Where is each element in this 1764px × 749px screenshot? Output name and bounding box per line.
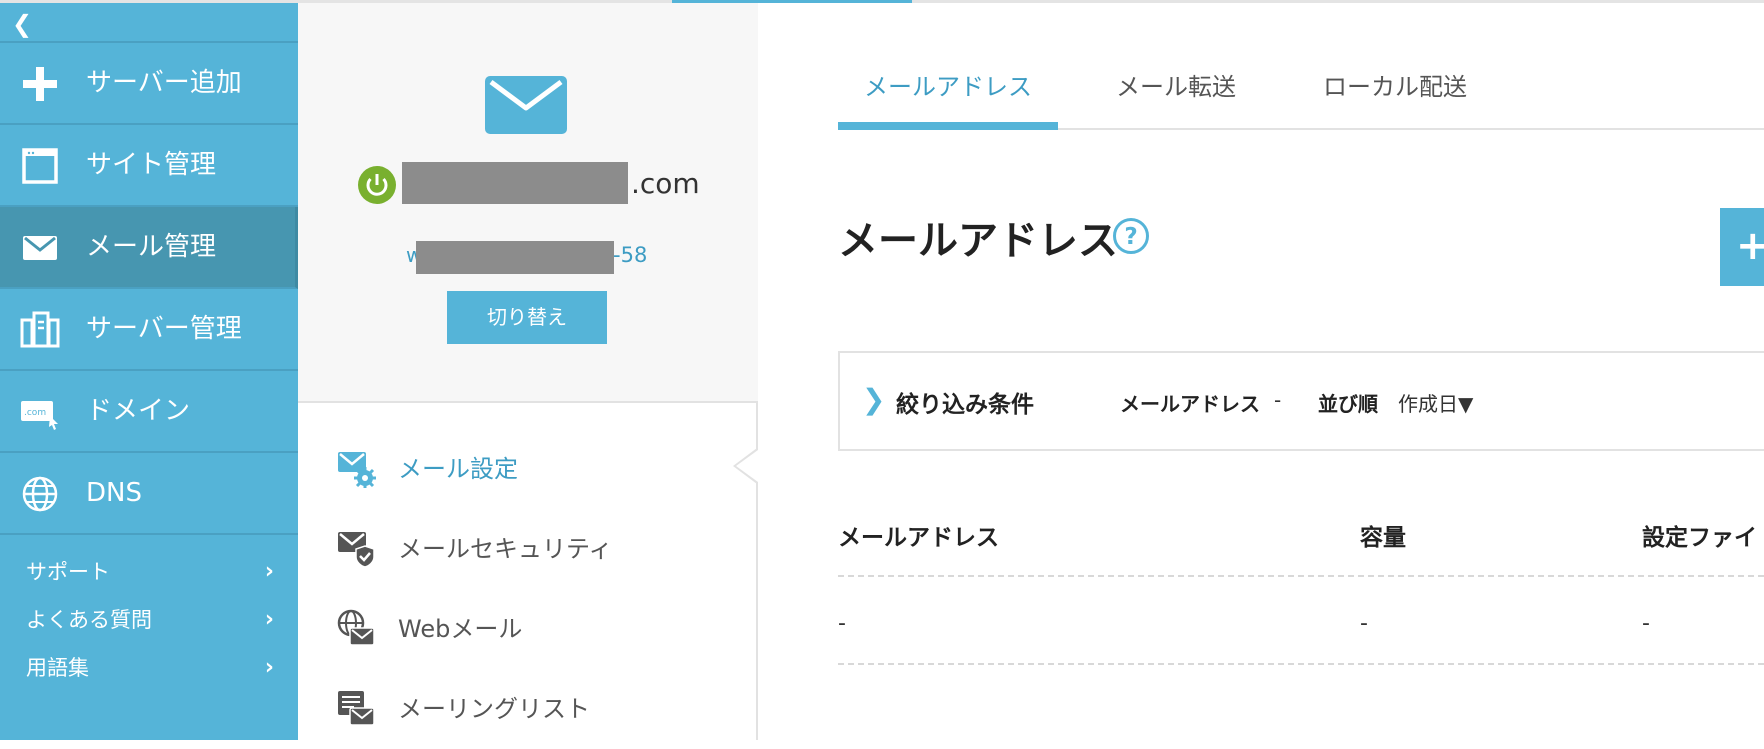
server-icon	[20, 311, 60, 348]
domain-suffix: .com	[631, 167, 700, 200]
domain-icon: .com	[21, 401, 58, 430]
list-mail-icon	[338, 691, 375, 726]
active-submenu-pointer	[733, 448, 758, 484]
mail-icon	[485, 76, 567, 134]
sort-label: 並び順	[1318, 392, 1378, 416]
submenu-item-label: メーリングリスト	[398, 695, 590, 723]
svg-text:?: ?	[1124, 224, 1137, 250]
table-cell: -	[1642, 611, 1650, 636]
divider	[838, 575, 1764, 577]
table-cell: -	[838, 611, 846, 636]
submenu-item-webmail[interactable]: Webメール	[298, 589, 758, 669]
submenu-item-label: メール設定	[398, 455, 518, 483]
sidebar-nav: サーバー追加 サイト管理 メール管理 サーバー管理 .com ドメイン DNS	[0, 43, 298, 535]
column-header-address: メールアドレス	[838, 525, 999, 551]
sidebar-item-site[interactable]: サイト管理	[0, 125, 298, 207]
svg-text:.com: .com	[24, 408, 46, 418]
column-header-settings-file: 設定ファイ	[1642, 525, 1757, 551]
filter-address-label: メールアドレス	[1120, 392, 1260, 416]
glossary-link-label: 用語集	[26, 656, 89, 680]
submenu-item-label: メールセキュリティ	[398, 535, 613, 563]
sidebar-item-dns[interactable]: DNS	[0, 453, 298, 535]
filter-panel: ❯ 絞り込み条件 メールアドレス - 並び順 作成日▼	[838, 351, 1764, 451]
submenu-item-label: Webメール	[398, 615, 523, 643]
globe-icon	[22, 476, 58, 512]
chevron-right-icon: ›	[264, 655, 274, 680]
submenu-item-mail-settings[interactable]: メール設定	[298, 429, 758, 509]
redacted-domain	[402, 162, 628, 204]
page-title: メールアドレス	[838, 218, 1118, 264]
mail-submenu-panel: .com w -58 切り替え メール設定 メールセキュリティ Webメール メ…	[298, 3, 758, 740]
window-icon	[22, 148, 58, 184]
filter-title[interactable]: 絞り込み条件	[896, 385, 1034, 419]
tab-mail-address[interactable]: メールアドレス	[838, 63, 1058, 130]
sidebar-item-label: メール管理	[86, 232, 217, 262]
mail-shield-icon	[338, 532, 375, 568]
tab-bar: メールアドレス メール転送 ローカル配送	[838, 63, 1764, 130]
help-icon[interactable]: ?	[1112, 217, 1150, 255]
sidebar-item-label: ドメイン	[86, 396, 191, 426]
submenu-item-mail-security[interactable]: メールセキュリティ	[298, 509, 758, 589]
sidebar-item-server-add[interactable]: サーバー追加	[0, 43, 298, 125]
sort-value[interactable]: 作成日▼	[1398, 388, 1473, 417]
filter-address-value: -	[1274, 388, 1282, 412]
sidebar-item-label: DNS	[86, 478, 142, 508]
globe-mail-icon	[337, 609, 375, 646]
add-mail-address-button[interactable]: +	[1720, 208, 1764, 286]
chevron-right-icon: ›	[264, 559, 274, 584]
mail-gear-icon	[338, 452, 376, 488]
glossary-link[interactable]: 用語集 ›	[0, 644, 298, 692]
support-link[interactable]: サポート ›	[0, 548, 298, 596]
submenu-item-mailing-list[interactable]: メーリングリスト	[298, 669, 758, 749]
plus-icon	[23, 67, 57, 101]
column-header-capacity: 容量	[1360, 525, 1406, 551]
faq-link[interactable]: よくある質問 ›	[0, 596, 298, 644]
support-links: サポート › よくある質問 › 用語集 ›	[0, 548, 298, 692]
faq-link-label: よくある質問	[26, 608, 152, 632]
mail-icon	[23, 236, 57, 260]
sidebar-collapse-button[interactable]: ❮	[12, 9, 52, 39]
sidebar-item-domain[interactable]: .com ドメイン	[0, 371, 298, 453]
support-link-label: サポート	[26, 560, 110, 584]
tab-local-delivery[interactable]: ローカル配送	[1300, 63, 1490, 130]
sidebar-item-label: サイト管理	[86, 150, 217, 180]
submenu: メール設定 メールセキュリティ Webメール メーリングリスト	[298, 429, 758, 749]
redacted-account-id	[416, 241, 614, 274]
chevron-right-icon: ›	[264, 607, 274, 632]
sidebar-item-label: サーバー管理	[86, 314, 242, 344]
switch-button[interactable]: 切り替え	[447, 291, 607, 344]
sidebar-item-server[interactable]: サーバー管理	[0, 289, 298, 371]
sidebar: ❮ サーバー追加 サイト管理 メール管理 サーバー管理 .com ドメイン DN…	[0, 3, 298, 740]
main-content: メールアドレス メール転送 ローカル配送 メールアドレス ? + ❯ 絞り込み条…	[760, 3, 1764, 740]
expand-filter-icon[interactable]: ❯	[862, 383, 885, 416]
table-cell: -	[1360, 611, 1368, 636]
account-card: .com w -58 切り替え	[298, 3, 758, 403]
tab-mail-forwarding[interactable]: メール転送	[1096, 63, 1256, 130]
divider	[838, 663, 1764, 665]
sidebar-item-mail[interactable]: メール管理	[0, 207, 298, 289]
power-status-icon	[358, 166, 396, 204]
sidebar-item-label: サーバー追加	[86, 68, 242, 98]
account-id-suffix: -58	[613, 243, 648, 267]
